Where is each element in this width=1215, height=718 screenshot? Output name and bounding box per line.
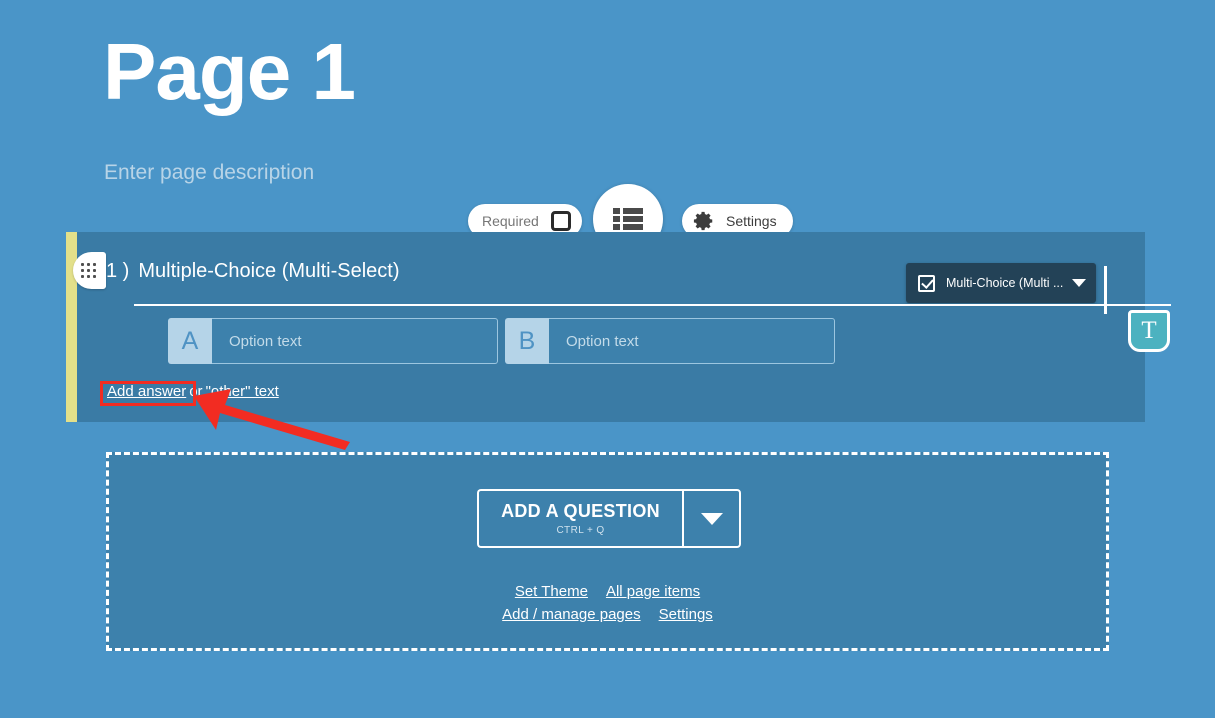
footer-links: Set Theme All page items Add / manage pag… <box>109 580 1106 626</box>
add-answer-line: Add answer or "other" text <box>107 383 279 400</box>
question-title-text: Multiple-Choice (Multi-Select) <box>138 260 400 282</box>
settings-link[interactable]: Settings <box>659 606 713 623</box>
drag-dots-icon <box>80 263 96 278</box>
checkbox-checked-icon <box>918 274 935 292</box>
add-question-dropdown-button[interactable] <box>682 489 741 548</box>
required-checkbox[interactable] <box>550 211 571 231</box>
required-label: Required <box>482 213 539 229</box>
list-icon <box>613 208 643 230</box>
question-type-label: Multi-Choice (Multi ... <box>946 276 1064 290</box>
settings-label: Settings <box>726 213 777 229</box>
add-answer-conjunction: or <box>189 383 203 400</box>
option-text-input[interactable]: Option text <box>549 318 835 364</box>
question-type-select[interactable]: Multi-Choice (Multi ... <box>906 263 1096 303</box>
text-format-button[interactable]: T <box>1128 310 1170 352</box>
add-manage-pages-link[interactable]: Add / manage pages <box>502 606 640 623</box>
set-theme-link[interactable]: Set Theme <box>515 583 588 600</box>
all-page-items-link[interactable]: All page items <box>606 583 700 600</box>
option-row: B Option text <box>505 318 835 364</box>
add-question-area: ADD A QUESTION CTRL + Q Set Theme All pag… <box>106 452 1109 651</box>
other-text-link[interactable]: "other" text <box>206 383 279 400</box>
question-divider <box>134 304 1171 306</box>
gear-icon <box>693 211 713 231</box>
page-title[interactable]: Page 1 <box>103 24 356 120</box>
option-text-input[interactable]: Option text <box>212 318 498 364</box>
add-a-question-button[interactable]: ADD A QUESTION CTRL + Q <box>477 489 682 548</box>
add-a-question-shortcut: CTRL + Q <box>556 525 605 536</box>
question-number: 1 ) <box>106 260 130 282</box>
chevron-down-icon <box>700 512 723 525</box>
panel-right-rule <box>1104 266 1107 314</box>
question-title[interactable]: 1 ) Multiple-Choice (Multi-Select) <box>106 260 400 283</box>
chevron-down-icon <box>1072 279 1086 287</box>
drag-handle[interactable] <box>73 252 106 289</box>
option-letter: A <box>168 318 212 364</box>
footer-links-row-2: Add / manage pages Settings <box>109 603 1106 626</box>
question-card: 1 ) Multiple-Choice (Multi-Select) Multi-… <box>66 232 1171 422</box>
add-answer-link[interactable]: Add answer <box>107 383 186 400</box>
add-a-question-label: ADD A QUESTION <box>501 501 660 521</box>
option-row: A Option text <box>168 318 498 364</box>
page-description[interactable]: Enter page description <box>104 161 314 185</box>
option-letter: B <box>505 318 549 364</box>
footer-links-row-1: Set Theme All page items <box>109 580 1106 603</box>
